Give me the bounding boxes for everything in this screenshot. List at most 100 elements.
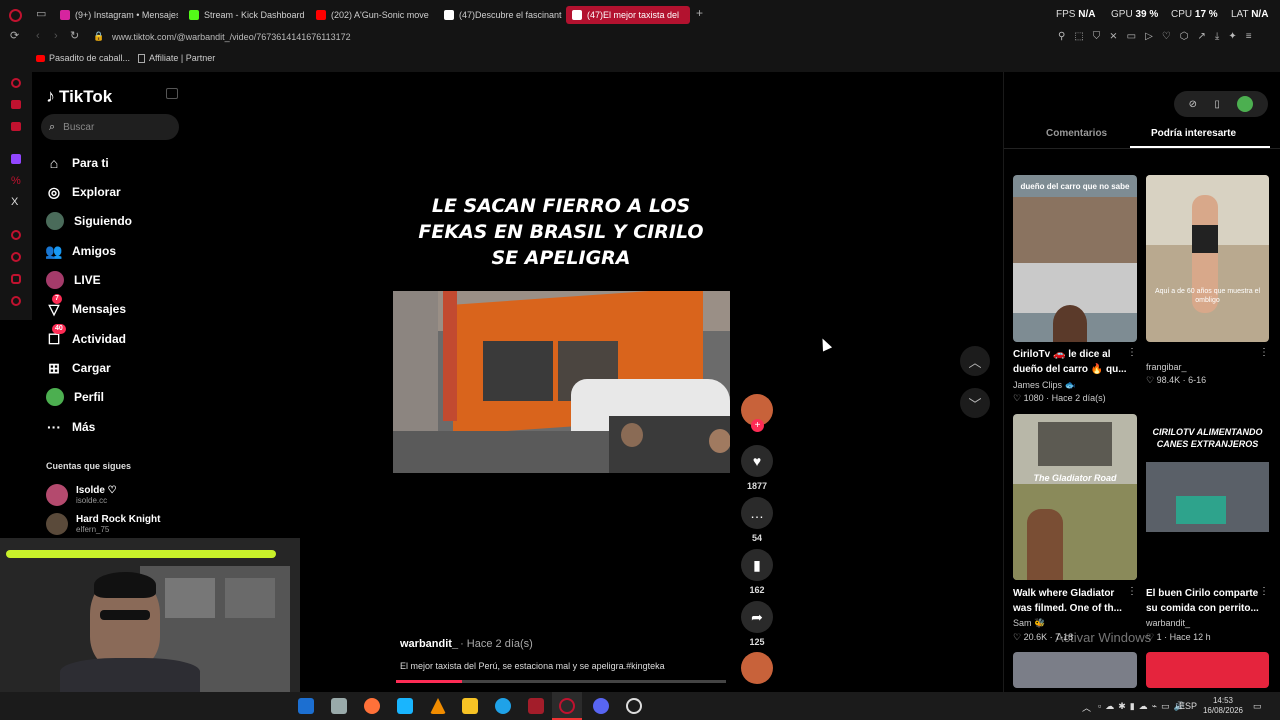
follow-plus-icon[interactable]: + — [751, 419, 764, 432]
cube-icon[interactable]: ⬡ — [1180, 31, 1189, 42]
outlook-icon[interactable] — [298, 698, 314, 714]
url-field[interactable]: www.tiktok.com/@warbandit_/video/7673614… — [112, 32, 351, 42]
copilot-icon[interactable] — [397, 698, 413, 714]
suggested-video-thumb[interactable]: dueño del carro que no sabe — [1013, 175, 1137, 342]
suggested-video-thumb[interactable]: The Gladiator Road — [1013, 414, 1137, 580]
settings-icon[interactable] — [11, 296, 21, 306]
ad-block-icon[interactable]: ⨯ — [1109, 31, 1117, 42]
previous-video-button[interactable]: ︿ — [960, 346, 990, 376]
video-frame[interactable] — [393, 291, 730, 473]
suggested-video-thumb[interactable]: Aquí a de 60 años que muestra el ombligo — [1146, 175, 1269, 342]
following-item[interactable]: Hard Rock Knight elfern_75 — [46, 513, 160, 535]
more-options-icon[interactable]: ⋮ — [1127, 347, 1137, 358]
instagram-icon[interactable] — [11, 122, 21, 131]
video-author[interactable]: warbandit_ — [400, 638, 458, 650]
vlc-icon[interactable] — [430, 698, 446, 714]
nav-item-explorar[interactable]: ◎ Explorar — [46, 181, 121, 203]
tray-chevron-icon[interactable]: ︿ — [1082, 701, 1091, 714]
camera-icon[interactable]: ▭ — [1127, 31, 1136, 42]
new-tab-button[interactable]: + — [696, 6, 703, 20]
creator-avatar-button[interactable]: + — [740, 394, 774, 432]
nav-item-m-s[interactable]: ··· Más — [46, 416, 95, 438]
suggested-title[interactable]: CiriloTv 🚗 le dice al dueño del carro 🔥 … — [1013, 347, 1131, 377]
percent-icon[interactable]: % — [11, 176, 21, 187]
nav-item-cargar[interactable]: ⊞ Cargar — [46, 357, 111, 379]
shield-icon[interactable]: ⛉ — [1093, 31, 1101, 42]
history-icon[interactable] — [11, 252, 21, 262]
reload-icon[interactable]: ⟳ — [10, 31, 19, 42]
app-icon[interactable] — [331, 698, 347, 714]
user-avatar[interactable] — [1237, 96, 1254, 112]
opera-logo-icon[interactable] — [9, 9, 22, 22]
nav-item-para-ti[interactable]: ⌂ Para ti — [46, 152, 109, 174]
language-indicator[interactable]: ESP — [1179, 701, 1197, 711]
store-icon[interactable] — [462, 698, 478, 714]
suggested-video-thumb[interactable] — [1146, 652, 1269, 688]
sidebar-app-icon[interactable] — [11, 78, 21, 88]
bookmark-1[interactable]: Pasadito de caball... — [36, 53, 130, 63]
obs-icon[interactable] — [626, 698, 642, 714]
browser-tab[interactable]: Stream - Kick Dashboard — [183, 6, 305, 24]
browser-tab[interactable]: (47)Descubre el fascinante — [438, 6, 562, 24]
x-icon[interactable]: X — [11, 197, 18, 208]
next-video-button[interactable]: ﹀ — [960, 388, 990, 418]
more-options-icon[interactable]: ⋮ — [1259, 586, 1269, 597]
nav-item-mensajes[interactable]: ▽ 7 Mensajes — [46, 294, 126, 320]
suggested-author[interactable]: frangibar_ — [1146, 362, 1187, 372]
extensions-icon[interactable] — [11, 274, 21, 284]
browser-tab[interactable]: (202) A'Gun-Sonic move | — [310, 6, 432, 24]
firefox-icon[interactable] — [364, 698, 380, 714]
bookmark-2[interactable]: Affiliate | Partner — [138, 53, 215, 63]
suggested-video-thumb[interactable]: CIRILOTV ALIMENTANDO CANES EXTRANJEROS — [1146, 414, 1269, 580]
suggested-title[interactable]: Walk where Gladiator was filmed. One of … — [1013, 586, 1131, 616]
tab-menu-icon[interactable]: ▭ — [36, 9, 46, 20]
messenger-icon[interactable] — [11, 100, 21, 109]
active-app[interactable] — [552, 692, 582, 720]
twitch-icon[interactable] — [11, 154, 21, 164]
player-icon[interactable] — [11, 230, 21, 240]
notification-icon[interactable]: ▭ — [1253, 701, 1262, 712]
play-icon[interactable]: ▷ — [1145, 31, 1153, 42]
tab-comments[interactable]: Comentarios — [1046, 128, 1107, 139]
compass-icon[interactable]: ⊘ — [1189, 99, 1197, 110]
share-icon[interactable]: ↗ — [1198, 31, 1206, 42]
suggested-author[interactable]: James Clips 🐟 — [1013, 380, 1076, 391]
tray-icons[interactable]: ▫☁✱▮☁⌁▭🔊 — [1098, 701, 1189, 712]
browser-tab[interactable]: (47)El mejor taxista del — [566, 6, 690, 24]
discord-icon[interactable] — [593, 698, 609, 714]
download-icon[interactable]: ⤓ — [1215, 31, 1219, 42]
suggested-author[interactable]: Sam 🐝 — [1013, 618, 1045, 629]
clock[interactable]: 14:53 16/08/2026 — [1200, 696, 1246, 716]
suggested-title[interactable]: El buen Cirilo comparte su comida con pe… — [1146, 586, 1264, 616]
game-icon[interactable] — [528, 698, 544, 714]
menu-icon[interactable]: ≡ — [1246, 31, 1252, 42]
snapshot-icon[interactable]: ⬚ — [1074, 31, 1083, 42]
browser-tab[interactable]: (9+) Instagram • Mensajes — [54, 6, 178, 24]
more-options-icon[interactable]: ⋮ — [1259, 347, 1269, 358]
comment-button[interactable]: … 54 — [740, 497, 774, 543]
save-button[interactable]: ▮ 162 — [740, 549, 774, 595]
tab-suggestions[interactable]: Podría interesarte — [1151, 128, 1236, 139]
like-button[interactable]: ♥ 1877 — [740, 445, 774, 491]
nav-item-actividad[interactable]: ☐ 40 Actividad — [46, 324, 126, 350]
ai-icon[interactable]: ✦ — [1228, 31, 1236, 42]
nav-item-perfil[interactable]: Perfil — [46, 386, 104, 408]
music-disc-button[interactable] — [740, 652, 774, 684]
reload-page-icon[interactable]: ↻ — [70, 31, 79, 42]
suggested-video-thumb[interactable] — [1013, 652, 1137, 688]
nav-item-amigos[interactable]: 👥 Amigos — [45, 240, 116, 262]
nav-item-live[interactable]: LIVE — [46, 269, 101, 291]
pin-icon[interactable]: ⚲ — [1058, 31, 1065, 42]
following-item[interactable]: Isolde ♡ isolde.cc — [46, 484, 117, 506]
more-options-icon[interactable]: ⋮ — [1127, 586, 1137, 597]
device-icon[interactable]: ▯ — [1214, 99, 1220, 110]
search-input[interactable]: ⌕ Buscar — [41, 114, 179, 140]
video-progress[interactable] — [396, 680, 726, 683]
share-button[interactable]: ➦ 125 — [740, 601, 774, 647]
heart-icon[interactable]: ♡ — [1162, 31, 1171, 42]
edge-icon[interactable] — [495, 698, 511, 714]
back-icon[interactable]: ‹ — [36, 31, 40, 42]
collapse-sidebar-icon[interactable] — [166, 88, 178, 99]
nav-item-siguiendo[interactable]: Siguiendo — [46, 210, 132, 232]
forward-icon[interactable]: › — [54, 31, 58, 42]
